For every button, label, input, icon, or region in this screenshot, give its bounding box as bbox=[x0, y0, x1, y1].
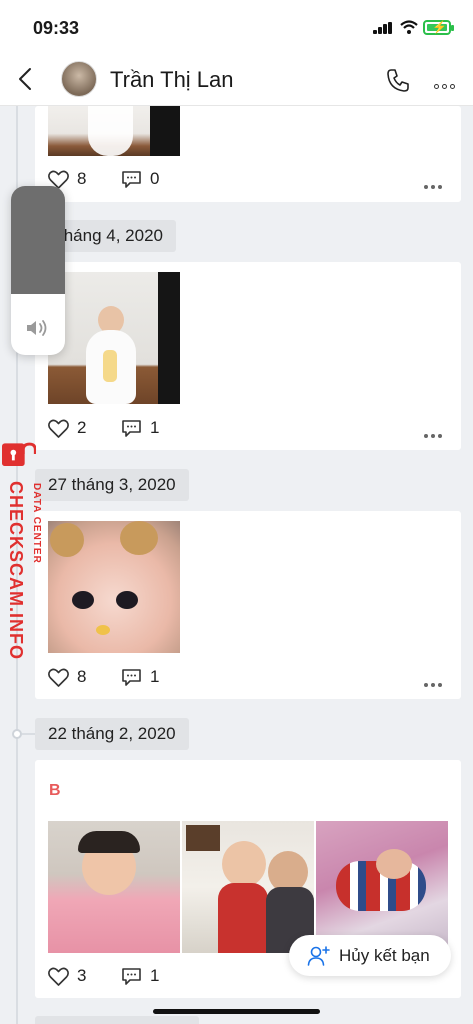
post-photo[interactable] bbox=[48, 521, 180, 653]
contact-name[interactable]: Trần Thị Lan bbox=[110, 67, 234, 93]
post-actions: 2 1 bbox=[35, 413, 461, 443]
post-caption: B bbox=[49, 782, 61, 799]
unfriend-label: Hủy kết bạn bbox=[339, 945, 430, 965]
add-friend-icon bbox=[307, 945, 330, 966]
wifi-icon bbox=[400, 20, 418, 34]
post-more-icon[interactable] bbox=[424, 176, 445, 189]
speaker-icon bbox=[27, 320, 47, 336]
like-count: 8 bbox=[77, 667, 87, 686]
home-indicator bbox=[153, 1009, 320, 1014]
post-card: 8 1 bbox=[35, 511, 461, 699]
post-photo[interactable] bbox=[182, 821, 314, 953]
comment-icon bbox=[122, 668, 141, 686]
post-photo[interactable] bbox=[48, 272, 180, 404]
timeline-node bbox=[12, 729, 22, 739]
comment-count: 0 bbox=[150, 169, 160, 188]
chat-header: Trần Thị Lan bbox=[0, 52, 473, 106]
volume-indicator bbox=[11, 186, 65, 355]
comment-button[interactable]: 1 bbox=[121, 961, 159, 991]
heart-icon bbox=[48, 419, 69, 438]
back-icon[interactable] bbox=[14, 66, 38, 92]
post-photo[interactable] bbox=[48, 821, 180, 953]
signal-icon bbox=[373, 22, 395, 34]
comment-button[interactable]: 1 bbox=[121, 413, 159, 443]
comment-count: 1 bbox=[150, 418, 160, 437]
comment-count: 1 bbox=[150, 667, 160, 686]
status-time: 09:33 bbox=[33, 18, 80, 38]
post-photo[interactable] bbox=[48, 106, 180, 156]
comment-icon bbox=[122, 967, 141, 985]
like-button[interactable]: 3 bbox=[48, 961, 86, 991]
comment-button[interactable]: 0 bbox=[121, 164, 159, 194]
heart-icon bbox=[48, 967, 69, 986]
like-count: 8 bbox=[77, 169, 87, 188]
lock-icon bbox=[2, 442, 36, 467]
watermark-main-text: CHECKSCAM.INFO bbox=[6, 481, 26, 660]
post-actions: 8 1 bbox=[35, 662, 461, 692]
avatar[interactable] bbox=[61, 61, 97, 97]
heart-icon bbox=[48, 668, 69, 687]
volume-level bbox=[11, 186, 65, 294]
post-card: 8 0 bbox=[35, 106, 461, 202]
like-button[interactable]: 8 bbox=[48, 662, 86, 692]
timeline-connector bbox=[22, 733, 36, 735]
like-count: 2 bbox=[77, 418, 87, 437]
date-header bbox=[35, 1016, 199, 1024]
more-icon[interactable] bbox=[434, 76, 462, 89]
comment-button[interactable]: 1 bbox=[121, 662, 159, 692]
watermark-sub-text: DATA CENTER bbox=[31, 483, 42, 564]
unfriend-button[interactable]: Hủy kết bạn bbox=[289, 935, 451, 976]
post-card: 2 1 bbox=[35, 262, 461, 450]
post-more-icon[interactable] bbox=[424, 674, 445, 687]
watermark: CHECKSCAM.INFO DATA CENTER bbox=[2, 437, 50, 667]
like-button[interactable]: 2 bbox=[48, 413, 86, 443]
post-more-icon[interactable] bbox=[424, 425, 445, 438]
status-bar: 09:33 ⚡ bbox=[0, 0, 473, 52]
comment-icon bbox=[122, 170, 141, 188]
post-photo[interactable] bbox=[316, 821, 448, 953]
comment-icon bbox=[122, 419, 141, 437]
like-count: 3 bbox=[77, 966, 87, 985]
post-actions: 8 0 bbox=[35, 164, 461, 194]
phone-icon[interactable] bbox=[385, 67, 411, 93]
comment-count: 1 bbox=[150, 966, 160, 985]
date-header: 27 tháng 3, 2020 bbox=[35, 469, 189, 501]
date-header: 22 tháng 2, 2020 bbox=[35, 718, 189, 750]
battery-icon: ⚡ bbox=[423, 20, 454, 35]
